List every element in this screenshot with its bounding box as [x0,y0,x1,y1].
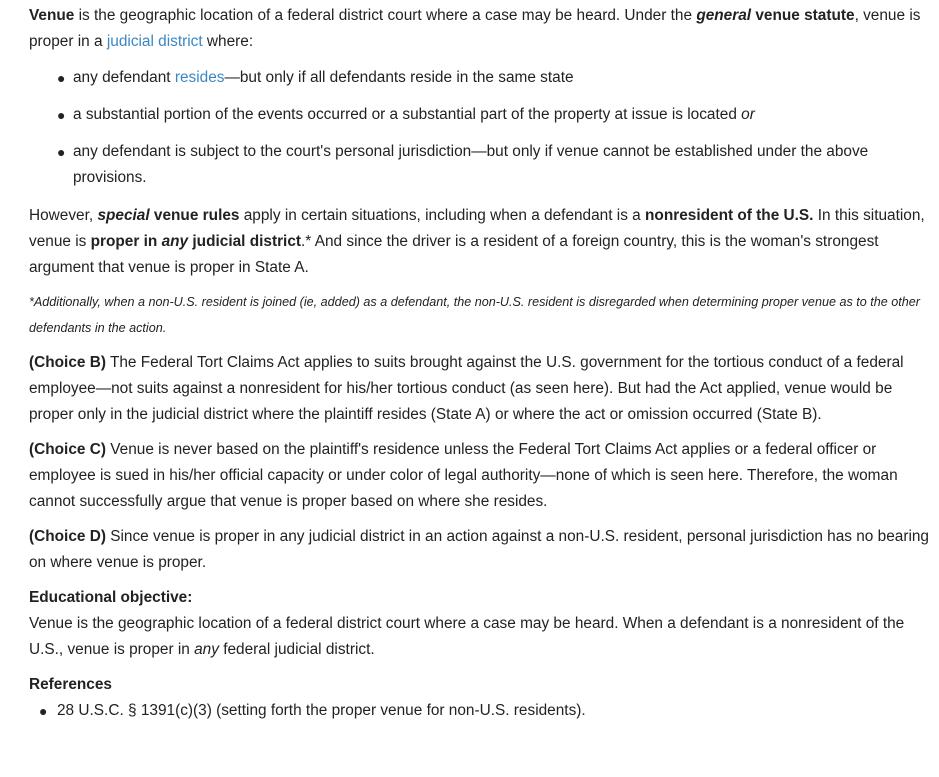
intro-paragraph: Venue is the geographic location of a fe… [29,3,929,55]
bullet-dot-icon: ● [57,70,66,86]
statute-term: venue statute [751,7,855,24]
venue-term: Venue [29,7,75,24]
list-item: ● any defendant is subject to the court's… [57,139,929,191]
however-paragraph: However, special venue rules apply in ce… [29,203,929,281]
special-term: special [97,207,150,224]
bullet-text: —but only if all defendants reside in th… [224,69,574,86]
educational-objective-text: Venue is the geographic location of a fe… [29,611,929,663]
choice-b-label: (Choice B) [29,354,106,371]
choice-c-text: Venue is never based on the plaintiff's … [29,441,898,510]
educational-objective-heading: Educational objective: [29,589,193,606]
choice-b-text: The Federal Tort Claims Act applies to s… [29,354,904,423]
explanation-content: Venue is the geographic location of a fe… [0,0,939,724]
bullet-text: any defendant is subject to the court's … [73,143,869,186]
choice-d-paragraph: (Choice D) Since venue is proper in any … [29,524,929,576]
bullet-text: a substantial portion of the events occu… [73,106,742,123]
intro-text: is the geographic location of a federal … [74,7,697,24]
footnote: *Additionally, when a non-U.S. resident … [29,295,920,335]
nonresident-term: nonresident of the U.S. [645,207,814,224]
venue-rules-list: ● any defendant resides—but only if all d… [29,65,929,191]
bullet-dot-icon: ● [57,107,66,123]
choice-c-label: (Choice C) [29,441,106,458]
references-heading: References [29,676,112,693]
edu-text: Venue is the geographic location of a fe… [29,615,905,658]
bullet-dot-icon: ● [57,144,66,160]
references-list: ● 28 U.S.C. § 1391(c)(3) (setting forth t… [29,698,929,724]
judicial-district-link[interactable]: judicial district [107,33,203,50]
general-term: general [696,7,752,24]
jd-term: judicial district [188,233,302,250]
bullet-text: any defendant [73,69,175,86]
proper-in-term: proper in [90,233,162,250]
intro-text-3: where: [202,33,254,50]
choice-d-text: Since venue is proper in any judicial di… [29,528,929,571]
list-item: ● any defendant resides—but only if all d… [57,65,929,91]
bullet-dot-icon: ● [39,703,48,719]
list-item: ● a substantial portion of the events occ… [57,102,929,128]
edu-any-term: any [194,641,219,658]
reference-item: ● 28 U.S.C. § 1391(c)(3) (setting forth t… [39,698,929,724]
resides-link[interactable]: resides [175,69,225,86]
edu-text: federal judicial district. [218,641,375,658]
rules-term: venue rules [149,207,240,224]
or-text: or [741,106,755,123]
reference-text: 28 U.S.C. § 1391(c)(3) (setting forth th… [57,702,586,719]
choice-b-paragraph: (Choice B) The Federal Tort Claims Act a… [29,350,929,428]
however-text: apply in certain situations, including w… [239,207,646,224]
however-text: However, [29,207,98,224]
choice-d-label: (Choice D) [29,528,106,545]
choice-c-paragraph: (Choice C) Venue is never based on the p… [29,437,929,515]
any-term: any [161,233,189,250]
